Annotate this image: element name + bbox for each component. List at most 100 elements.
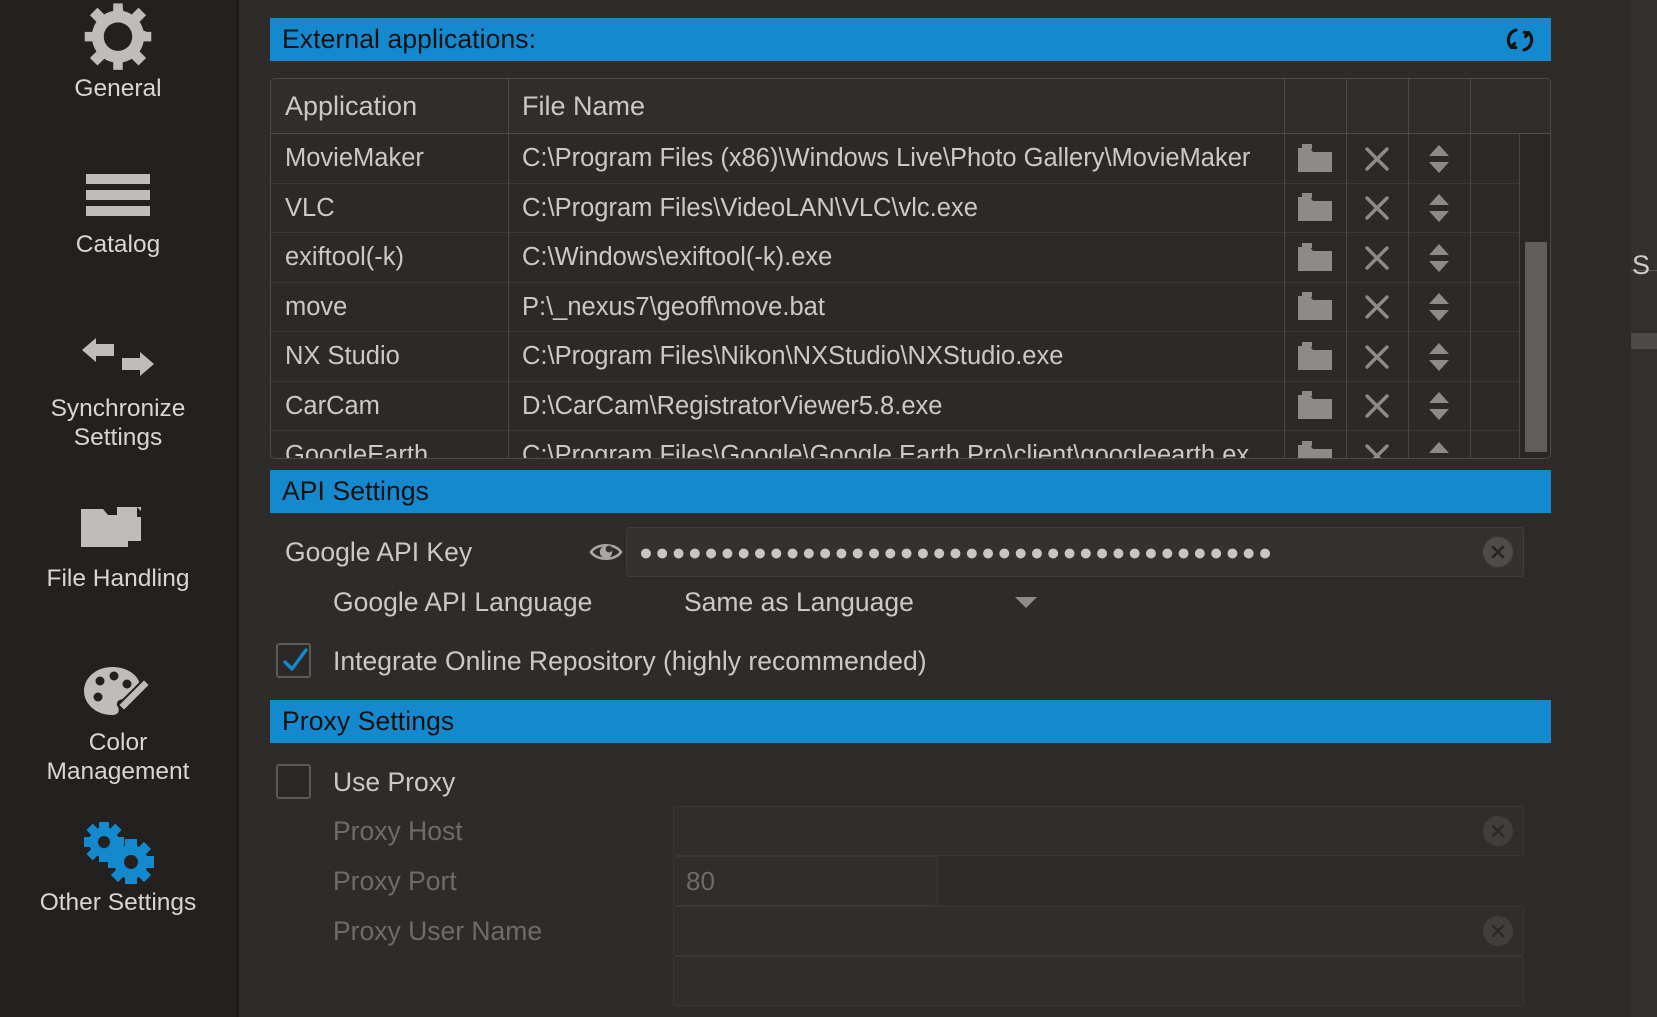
sidebar-item-label: Catalog	[75, 231, 161, 258]
table-row[interactable]: NX Studio C:\Program Files\Nikon\NXStudio…	[271, 332, 1550, 382]
folder-browse-icon[interactable]	[1284, 431, 1346, 458]
cell-file-name: D:\CarCam\RegistratorViewer5.8.exe	[522, 391, 943, 420]
proxy-host-input[interactable]	[673, 806, 1524, 856]
settings-sidebar: General Catalog Synchronize Settings Fil…	[0, 0, 236, 1017]
table-row[interactable]: move P:\_nexus7\geoff\move.bat	[271, 283, 1550, 333]
section-title: External applications:	[282, 24, 537, 54]
sidebar-item-general[interactable]: General	[0, 3, 236, 103]
external-applications-table: Application File Name MovieMaker C:\Progr…	[270, 78, 1551, 459]
proxy-port-input[interactable]: 80	[673, 856, 938, 906]
integrate-online-repository-label: Integrate Online Repository (highly reco…	[333, 645, 927, 676]
delete-x-icon[interactable]	[1346, 332, 1408, 382]
reorder-updown-icon[interactable]	[1408, 283, 1470, 333]
table-row[interactable]: VLC C:\Program Files\VideoLAN\VLC\vlc.exe	[271, 184, 1550, 234]
cell-file-name: C:\Program Files (x86)\Windows Live\Phot…	[522, 144, 1251, 173]
proxy-port-row: Proxy Port 80	[239, 856, 1631, 906]
reorder-updown-icon[interactable]	[1408, 332, 1470, 382]
delete-x-icon[interactable]	[1346, 134, 1408, 184]
proxy-user-name-input[interactable]	[673, 906, 1524, 956]
column-divider	[1408, 79, 1409, 134]
delete-x-icon[interactable]	[1346, 431, 1408, 458]
proxy-port-value: 80	[686, 865, 715, 896]
table-header-row: Application File Name	[271, 79, 1550, 134]
google-api-key-label: Google API Key	[285, 536, 473, 567]
table-row[interactable]: exiftool(-k) C:\Windows\exiftool(-k).exe	[271, 233, 1550, 283]
table-scrollbar[interactable]	[1519, 134, 1550, 458]
google-api-language-row: Google API Language Same as Language	[239, 577, 1631, 627]
cell-file-name: C:\Program Files\Nikon\NXStudio\NXStudio…	[522, 342, 1064, 371]
clear-x-icon[interactable]	[1483, 816, 1513, 846]
proxy-user-name-label: Proxy User Name	[333, 915, 543, 946]
proxy-host-label: Proxy Host	[333, 815, 463, 846]
eye-icon[interactable]	[589, 535, 623, 569]
sidebar-item-file-handling[interactable]: File Handling	[0, 498, 236, 593]
checkmark-icon	[283, 648, 308, 671]
sidebar-item-synchronize-settings[interactable]: Synchronize Settings	[0, 328, 236, 452]
folder-browse-icon[interactable]	[1284, 332, 1346, 382]
section-header-api-settings: API Settings	[270, 470, 1551, 513]
folder-browse-icon[interactable]	[1284, 233, 1346, 283]
table-row[interactable]: MovieMaker C:\Program Files (x86)\Windows…	[271, 134, 1550, 184]
google-api-language-dropdown[interactable]: Same as Language	[684, 577, 914, 627]
stacked-bars-icon	[0, 164, 236, 226]
cell-file-name: C:\Program Files\Google\Google Earth Pro…	[522, 441, 1250, 459]
use-proxy-label: Use Proxy	[333, 766, 456, 797]
folders-icon	[0, 498, 236, 560]
integrate-online-repository-checkbox[interactable]	[276, 643, 311, 678]
column-header-application[interactable]: Application	[271, 79, 508, 134]
use-proxy-checkbox[interactable]	[276, 764, 311, 799]
reorder-updown-icon[interactable]	[1408, 382, 1470, 432]
background-window-bar	[1631, 333, 1657, 349]
delete-x-icon[interactable]	[1346, 184, 1408, 234]
reorder-updown-icon[interactable]	[1408, 431, 1470, 458]
sidebar-item-label: Other Settings	[39, 889, 197, 916]
clear-x-icon[interactable]	[1483, 916, 1513, 946]
preferences-window: S General Catalog Synchronize Settings F…	[0, 0, 1657, 1017]
cell-file-name: C:\Program Files\VideoLAN\VLC\vlc.exe	[522, 193, 978, 222]
cell-application: GoogleEarth	[285, 441, 429, 459]
sidebar-item-label: Color Management	[46, 729, 190, 785]
sidebar-item-other-settings[interactable]: Other Settings	[0, 822, 236, 917]
sidebar-item-label: Synchronize Settings	[50, 395, 186, 451]
sidebar-item-catalog[interactable]: Catalog	[0, 164, 236, 259]
integrate-online-repository-row: Integrate Online Repository (highly reco…	[239, 636, 1631, 686]
section-title: Proxy Settings	[282, 706, 455, 736]
proxy-password-input[interactable]	[673, 956, 1524, 1006]
other-settings-panel: External applications: Application File …	[239, 0, 1631, 1017]
sync-arrows-icon	[0, 328, 236, 390]
column-divider	[1284, 79, 1285, 134]
folder-browse-icon[interactable]	[1284, 382, 1346, 432]
folder-browse-icon[interactable]	[1284, 184, 1346, 234]
google-api-key-value: ●●●●●●●●●●●●●●●●●●●●●●●●●●●●●●●●●●●●●●●	[639, 538, 1275, 565]
cell-application: MovieMaker	[285, 144, 424, 173]
delete-x-icon[interactable]	[1346, 233, 1408, 283]
background-window-strip	[1631, 0, 1657, 1017]
table-row[interactable]: GoogleEarth C:\Program Files\Google\Googl…	[271, 431, 1550, 459]
clear-x-icon[interactable]	[1483, 537, 1513, 567]
column-divider	[508, 79, 509, 134]
folder-browse-icon[interactable]	[1284, 283, 1346, 333]
sidebar-item-color-management[interactable]: Color Management	[0, 662, 236, 786]
reset-circular-arrows-icon[interactable]	[1505, 25, 1535, 55]
google-api-key-input[interactable]: ●●●●●●●●●●●●●●●●●●●●●●●●●●●●●●●●●●●●●●●	[626, 527, 1524, 577]
chevron-down-icon[interactable]	[1015, 597, 1037, 608]
delete-x-icon[interactable]	[1346, 283, 1408, 333]
table-body[interactable]: MovieMaker C:\Program Files (x86)\Windows…	[271, 134, 1550, 459]
reorder-updown-icon[interactable]	[1408, 233, 1470, 283]
cell-file-name: P:\_nexus7\geoff\move.bat	[522, 292, 825, 321]
section-header-external-applications: External applications:	[270, 18, 1551, 61]
column-header-file-name[interactable]: File Name	[508, 79, 1284, 134]
table-row[interactable]: CarCam D:\CarCam\RegistratorViewer5.8.exe	[271, 382, 1550, 432]
proxy-port-filler	[938, 856, 1524, 906]
table-scrollbar-thumb[interactable]	[1525, 242, 1547, 452]
gear-icon	[0, 3, 236, 70]
folder-browse-icon[interactable]	[1284, 134, 1346, 184]
delete-x-icon[interactable]	[1346, 382, 1408, 432]
cell-application: NX Studio	[285, 342, 400, 371]
blue-gears-icon	[0, 822, 236, 884]
proxy-port-label: Proxy Port	[333, 865, 457, 896]
section-header-proxy-settings: Proxy Settings	[270, 700, 1551, 743]
reorder-updown-icon[interactable]	[1408, 184, 1470, 234]
reorder-updown-icon[interactable]	[1408, 134, 1470, 184]
google-api-key-row: Google API Key ●●●●●●●●●●●●●●●●●●●●●●●●●…	[239, 527, 1631, 577]
